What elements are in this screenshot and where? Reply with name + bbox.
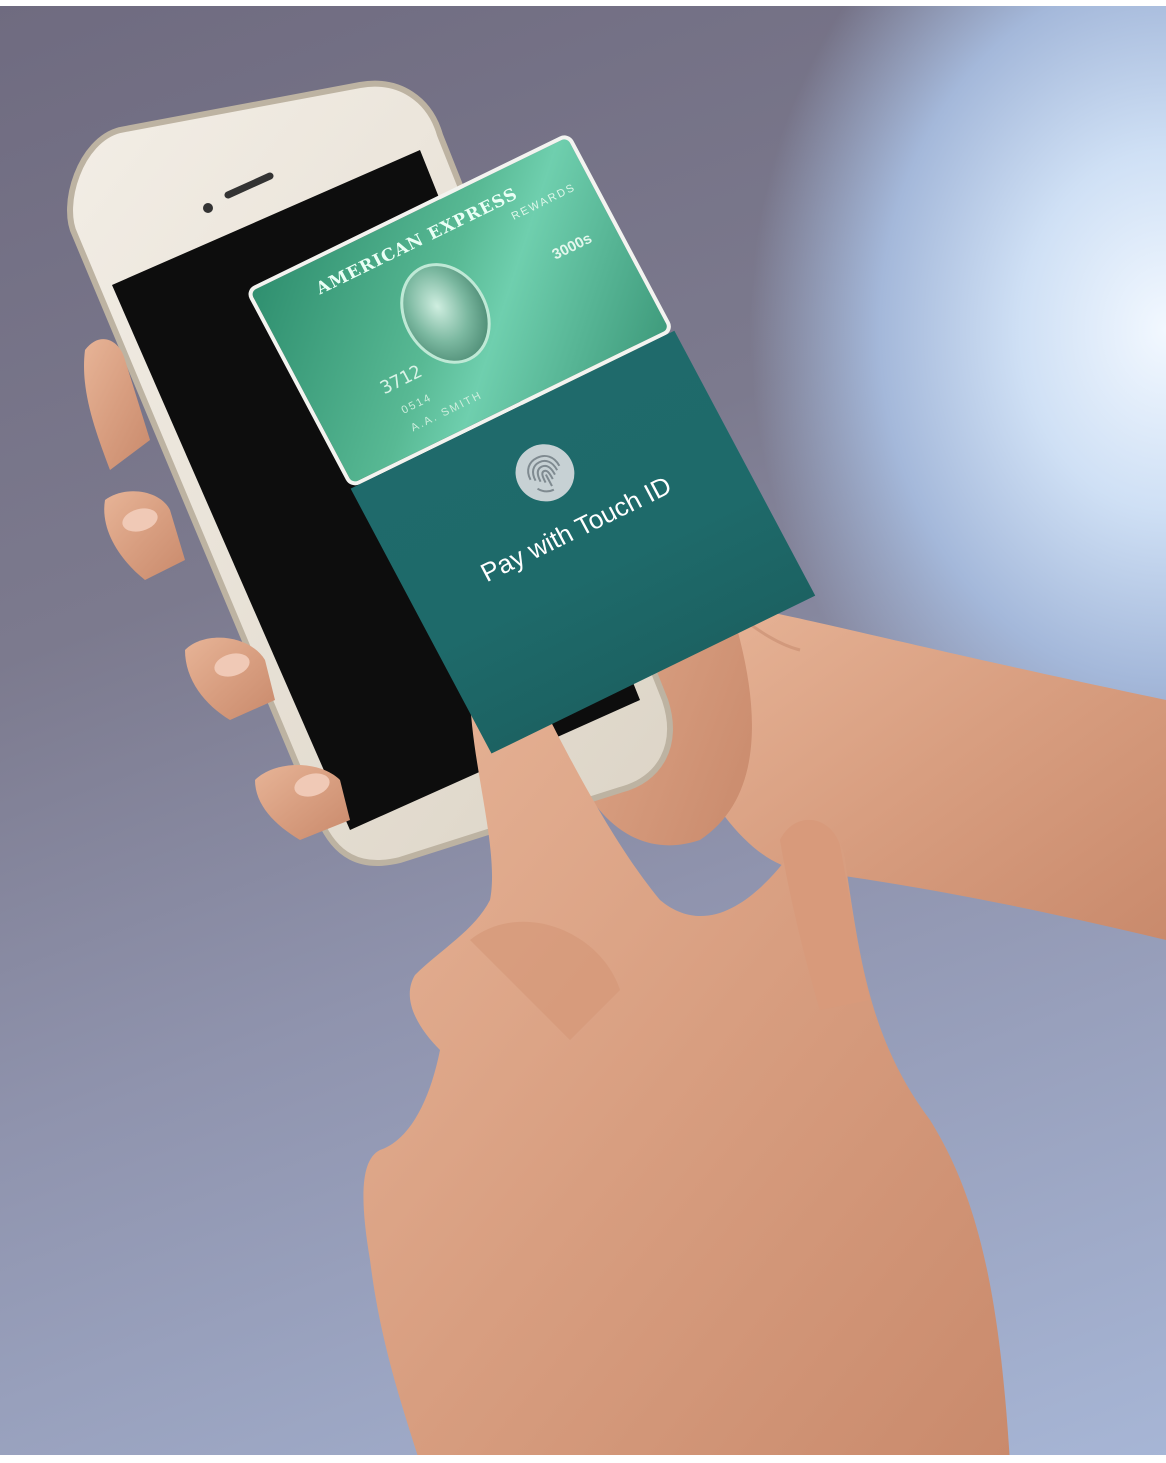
left-finger-2 bbox=[104, 491, 185, 580]
photo-scene: AMERICAN EXPRESS REWARDS 3000s 3712 0514… bbox=[0, 0, 1166, 1463]
fingerprint-icon bbox=[515, 444, 575, 502]
centurion-portrait-icon bbox=[382, 248, 509, 379]
front-camera bbox=[203, 203, 213, 213]
card-number-fragment: 3712 bbox=[376, 361, 426, 399]
bottom-border bbox=[0, 1455, 1166, 1463]
card-side-text: 3000s bbox=[549, 230, 595, 264]
